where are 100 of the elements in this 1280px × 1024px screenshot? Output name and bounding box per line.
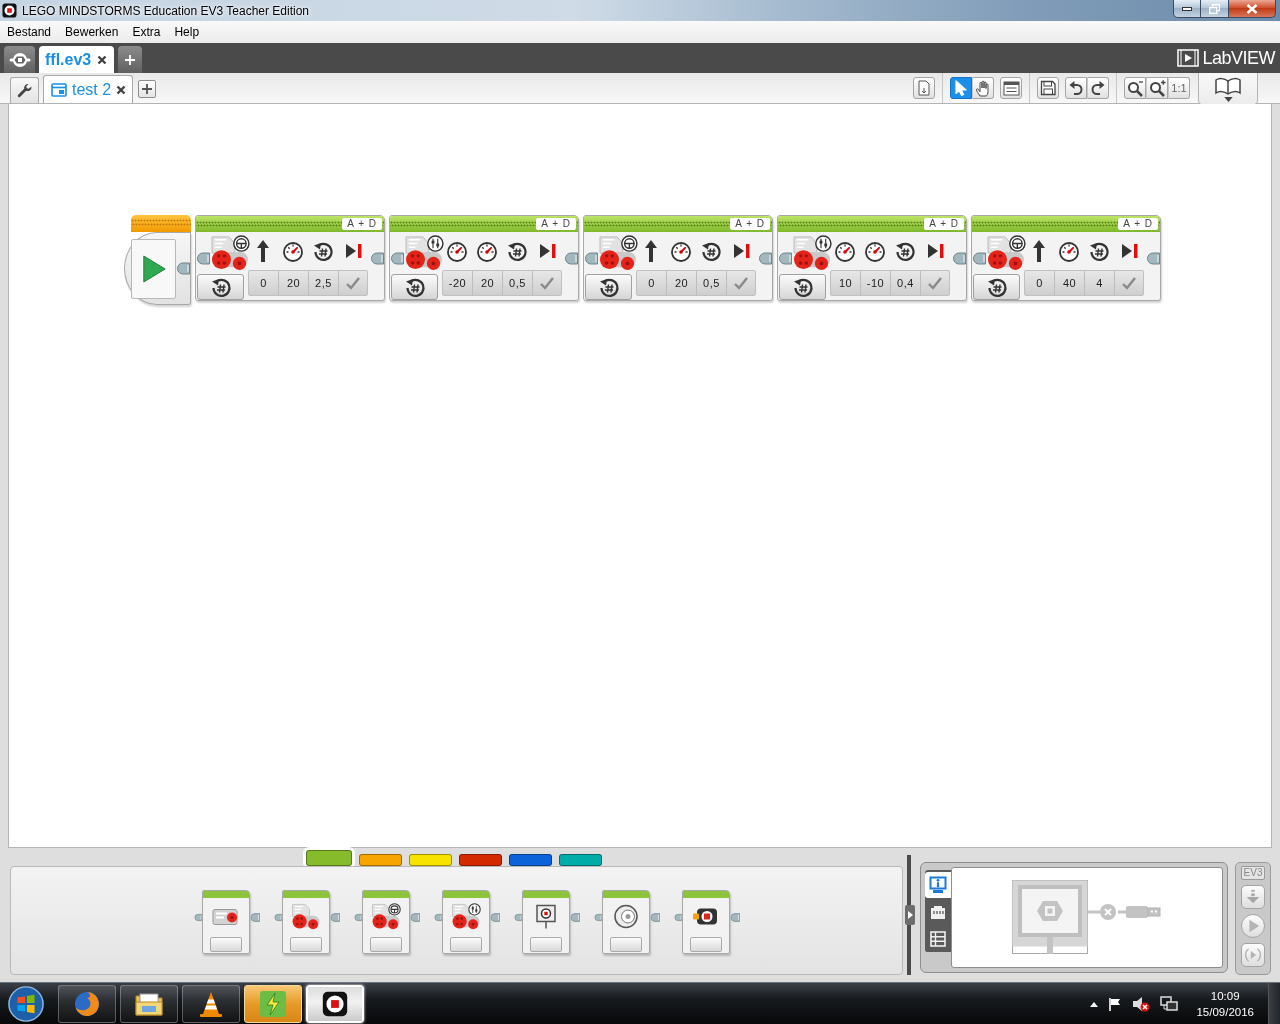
checkmark-icon: [733, 276, 749, 290]
minimize-icon: [1182, 6, 1192, 11]
port-selector[interactable]: A + D: [924, 218, 964, 230]
checkmark-icon: [1121, 276, 1137, 290]
value-field[interactable]: 4: [1085, 271, 1115, 295]
info-screen-icon: [929, 876, 947, 894]
end-stop-icon: [344, 243, 362, 259]
mode-button[interactable]: [973, 274, 1020, 300]
flag-icon[interactable]: [1108, 997, 1123, 1011]
value-field[interactable]: 20: [667, 271, 697, 295]
move-steering-block[interactable]: A + D 0 20 2,5: [195, 215, 385, 301]
close-icon[interactable]: [97, 54, 108, 65]
port-selector[interactable]: A + D: [536, 218, 576, 230]
end-stop-icon: [1120, 243, 1138, 259]
hardware-tab[interactable]: [925, 872, 951, 898]
connector-icon: [584, 252, 598, 265]
mode-button[interactable]: [779, 274, 826, 300]
clock-time[interactable]: 10:09: [1210, 988, 1240, 1004]
start-panel[interactable]: [131, 238, 176, 299]
clock-date[interactable]: 15/09/2016: [1196, 1004, 1254, 1020]
add-project-button[interactable]: [118, 46, 143, 73]
move-tank-block[interactable]: A + D -20 20 0,5: [389, 215, 579, 301]
close-button[interactable]: [1229, 0, 1276, 18]
palette-block[interactable]: [522, 890, 570, 954]
value-field[interactable]: 0,4: [891, 271, 921, 295]
connector-icon: [434, 912, 442, 923]
menu-item[interactable]: Extra: [127, 23, 166, 41]
value-field[interactable]: 10: [831, 271, 861, 295]
ring-logo-icon: [2, 3, 17, 18]
value-field[interactable]: 40: [1055, 271, 1085, 295]
hexagon-ring-icon: [8, 51, 31, 68]
mode-button[interactable]: [391, 274, 438, 300]
mode-button[interactable]: [585, 274, 632, 300]
connector-icon: [196, 252, 210, 265]
home-tab[interactable]: [4, 46, 35, 73]
pointer-tool-button[interactable]: [950, 77, 972, 99]
palette-block[interactable]: [682, 890, 730, 954]
restore-button[interactable]: [1201, 0, 1229, 18]
mode-slot: [290, 937, 322, 952]
rotations-icon: [1088, 240, 1110, 262]
mode-button[interactable]: [197, 274, 244, 300]
network-icon[interactable]: [1160, 996, 1179, 1012]
value-field[interactable]: 0,5: [503, 271, 533, 295]
start-button[interactable]: [5, 984, 47, 1024]
splitter-handle[interactable]: [905, 905, 915, 925]
value-field[interactable]: 20: [473, 271, 503, 295]
caret-up-icon[interactable]: [1090, 1001, 1099, 1007]
zoom-in-button[interactable]: [1146, 77, 1168, 99]
move-tank-block[interactable]: A + D 10 -10 0,4: [777, 215, 967, 301]
motor-steering-wheel-icon: [598, 235, 638, 271]
value-field[interactable]: 0: [249, 271, 279, 295]
rotations-icon: [506, 240, 528, 262]
motor-steering-wheel-icon: [210, 235, 250, 271]
zoom-out-button[interactable]: [1124, 77, 1146, 99]
undo-button[interactable]: [1065, 77, 1087, 99]
connector-icon: [410, 912, 420, 923]
end-stop-icon: [732, 243, 750, 259]
play-selected-icon: [1245, 947, 1261, 963]
menu-item[interactable]: Bewerken: [60, 23, 124, 41]
pan-tool-button[interactable]: [972, 77, 994, 99]
palette-block[interactable]: [362, 890, 410, 954]
value-field[interactable]: 0: [1025, 271, 1055, 295]
close-icon[interactable]: [116, 84, 127, 95]
document-button[interactable]: [913, 77, 935, 99]
value-field[interactable]: 0,5: [697, 271, 727, 295]
wrench-tab[interactable]: [10, 77, 39, 103]
value-field[interactable]: 0: [637, 271, 667, 295]
content-editor-tab[interactable]: [1198, 73, 1258, 106]
value-field[interactable]: 20: [279, 271, 309, 295]
port-selector[interactable]: A + D: [730, 218, 770, 230]
arrow-up-icon: [644, 239, 658, 263]
menu-item[interactable]: Help: [169, 23, 205, 41]
menu-item[interactable]: Bestand: [2, 23, 57, 41]
list-icon: [929, 930, 947, 948]
move-steering-block[interactable]: A + D 0 20 0,5: [583, 215, 773, 301]
port-selector[interactable]: A + D: [342, 218, 382, 230]
value-field[interactable]: 2,5: [309, 271, 339, 295]
connector-icon: [250, 912, 260, 923]
connector-icon: [514, 912, 522, 923]
program-icon: [51, 82, 67, 97]
checkmark-icon: [539, 276, 555, 290]
zoom-reset-button[interactable]: 1:1: [1168, 77, 1190, 99]
value-field[interactable]: -20: [443, 271, 473, 295]
palette-block[interactable]: [442, 890, 490, 954]
pointer-icon: [954, 80, 968, 96]
caret-right-icon: [907, 911, 913, 919]
add-program-button[interactable]: [138, 80, 157, 98]
minimize-button[interactable]: [1173, 0, 1201, 18]
palette-block[interactable]: [602, 890, 650, 954]
mode-slot: [610, 937, 642, 952]
speaker-muted-icon[interactable]: [1132, 996, 1151, 1012]
comment-button[interactable]: [1000, 77, 1022, 99]
move-steering-block[interactable]: A + D 0 40 4: [971, 215, 1161, 301]
save-button[interactable]: [1037, 77, 1059, 99]
connector-icon: [490, 912, 500, 923]
port-selector[interactable]: A + D: [1118, 218, 1158, 230]
program-tab[interactable]: test 2: [43, 75, 134, 103]
value-field[interactable]: -10: [861, 271, 891, 295]
redo-button[interactable]: [1087, 77, 1109, 99]
globe-icon: [73, 990, 101, 1018]
